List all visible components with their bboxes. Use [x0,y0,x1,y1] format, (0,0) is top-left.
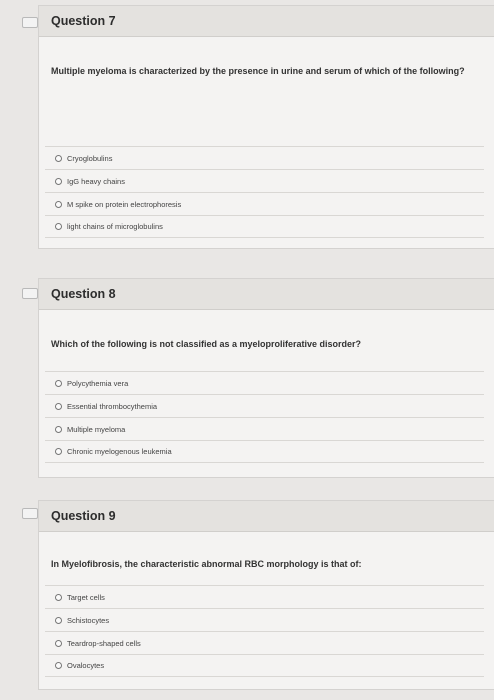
option-label: light chains of microglobulins [67,222,163,231]
radio-button[interactable] [55,425,62,433]
answer-option[interactable]: Essential thrombocythemia [45,394,484,417]
answer-option[interactable]: Target cells [45,585,484,608]
answer-option[interactable]: Chronic myelogenous leukemia [45,440,484,463]
question-text: Multiple myeloma is characterized by the… [51,66,465,76]
flag-question-icon[interactable] [22,508,42,519]
radio-button[interactable] [55,379,62,387]
radio-button[interactable] [55,177,62,185]
option-label: Cryoglobulins [67,153,113,163]
answer-option[interactable]: Polycythemia vera [45,371,484,394]
option-label: Schistocytes [67,615,110,625]
radio-button[interactable] [55,402,62,410]
answer-option[interactable]: Ovalocytes [45,654,484,677]
answer-option[interactable]: Multiple myeloma [45,417,484,440]
option-label: Target cells [67,592,105,602]
question-text: Which of the following is not classified… [51,339,362,349]
radio-button[interactable] [55,448,62,455]
answer-option[interactable]: Teardrop-shaped cells [45,631,484,654]
question-title: Question 9 [39,501,494,532]
option-label: Multiple myeloma [67,424,126,434]
flag-question-icon[interactable] [22,288,42,299]
radio-button[interactable] [55,662,62,669]
radio-button[interactable] [55,639,62,647]
question-title: Question 7 [39,6,494,37]
option-label: Ovalocytes [67,661,105,670]
answer-option[interactable]: light chains of microglobulins [45,215,484,238]
radio-button[interactable] [55,223,62,230]
radio-button[interactable] [55,200,62,208]
flag-question-icon[interactable] [22,17,42,28]
option-label: Chronic myelogenous leukemia [67,447,172,456]
option-label: Polycythemia vera [67,378,129,388]
answer-option[interactable]: IgG heavy chains [45,169,484,192]
answer-options: Target cells Schistocytes Teardrop-shape… [45,585,484,677]
radio-button[interactable] [55,616,62,624]
option-label: M spike on protein electrophoresis [67,199,182,209]
option-label: Teardrop-shaped cells [67,638,141,648]
question-title: Question 8 [39,279,494,310]
question-card: Question 9 In Myelofibrosis, the charact… [38,500,494,690]
question-text: In Myelofibrosis, the characteristic abn… [51,559,362,569]
option-label: Essential thrombocythemia [67,401,158,411]
question-card: Question 7 Multiple myeloma is character… [38,5,494,249]
answer-option[interactable]: Cryoglobulins [45,146,484,169]
answer-options: Cryoglobulins IgG heavy chains M spike o… [45,146,484,238]
radio-button[interactable] [55,154,62,162]
answer-options: Polycythemia vera Essential thrombocythe… [45,371,484,463]
radio-button[interactable] [55,593,62,601]
option-label: IgG heavy chains [67,176,125,186]
answer-option[interactable]: M spike on protein electrophoresis [45,192,484,215]
question-card: Question 8 Which of the following is not… [38,278,494,478]
answer-option[interactable]: Schistocytes [45,608,484,631]
